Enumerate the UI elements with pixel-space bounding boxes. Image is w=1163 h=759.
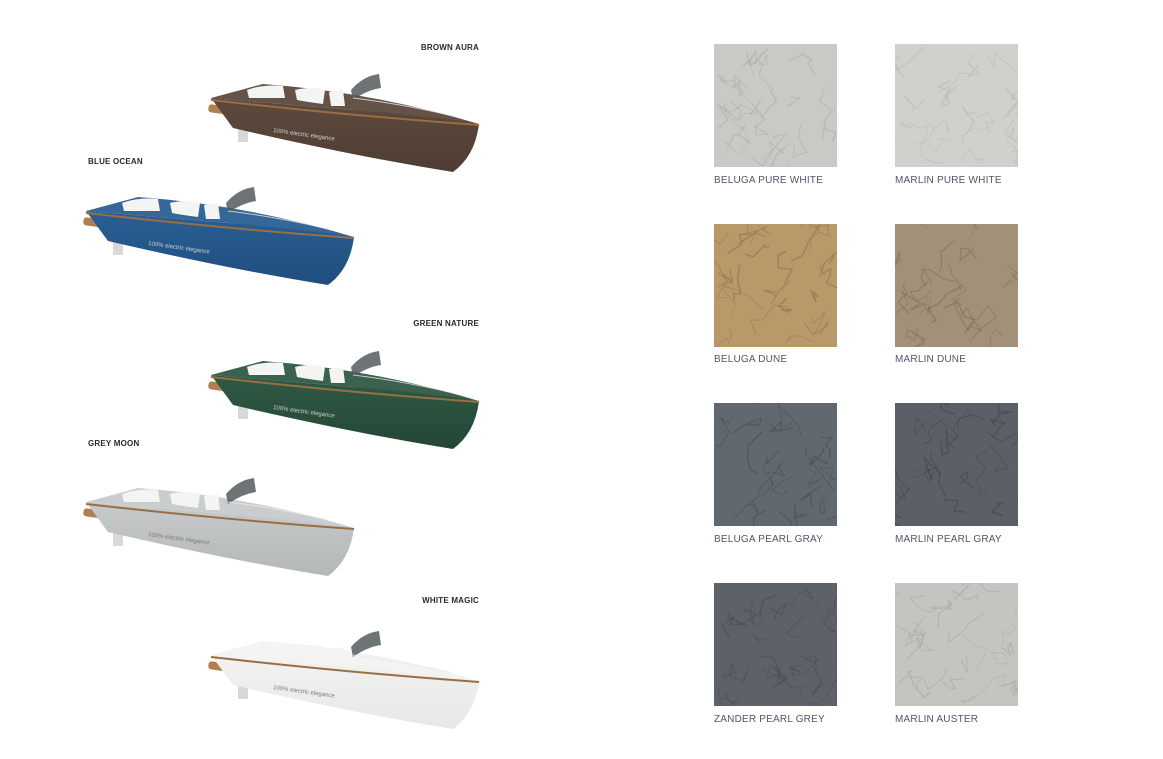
boat-drawing: 100% electric elegance <box>83 478 355 576</box>
swatch-marlin-auster <box>895 583 1018 706</box>
leather-texture <box>895 44 1018 167</box>
leather-texture <box>895 403 1018 526</box>
swatch-marlin-pure-white <box>895 44 1018 167</box>
boat-label-blue-ocean: BLUE OCEAN <box>88 157 143 166</box>
swatch-label-marlin-auster: MARLIN AUSTER <box>895 714 979 725</box>
swatch-label-beluga-pure-white: BELUGA PURE WHITE <box>714 175 823 186</box>
swatch-label-beluga-pearl-gray: BELUGA PEARL GRAY <box>714 534 823 545</box>
swatch-beluga-dune <box>714 224 837 347</box>
swatch-label-marlin-pearl-gray: MARLIN PEARL GRAY <box>895 534 1002 545</box>
leather-texture <box>714 224 837 347</box>
leather-texture <box>714 583 837 706</box>
boat-image-grey-moon: 100% electric elegance <box>78 472 358 582</box>
boat-drawing: 100% electric elegance <box>83 187 355 285</box>
boat-label-grey-moon: GREY MOON <box>88 439 140 448</box>
boat-label-green-nature: GREEN NATURE <box>413 319 479 328</box>
swatch-label-marlin-pure-white: MARLIN PURE WHITE <box>895 175 1002 186</box>
swatch-label-beluga-dune: BELUGA DUNE <box>714 354 788 365</box>
boat-image-white-magic: 100% electric elegance <box>203 625 483 735</box>
boat-label-white-magic: WHITE MAGIC <box>422 596 479 605</box>
boat-image-brown-aura: 100% electric elegance <box>203 68 483 178</box>
swatch-beluga-pure-white <box>714 44 837 167</box>
swatch-zander-pearl-grey <box>714 583 837 706</box>
boat-drawing: 100% electric elegance <box>208 74 480 172</box>
swatch-marlin-pearl-gray <box>895 403 1018 526</box>
swatch-beluga-pearl-gray <box>714 403 837 526</box>
swatch-label-marlin-dune: MARLIN DUNE <box>895 354 967 365</box>
swatch-label-zander-pearl-grey: ZANDER PEARL GREY <box>714 714 825 725</box>
swatch-marlin-dune <box>895 224 1018 347</box>
leather-texture <box>895 583 1018 706</box>
leather-texture <box>714 44 837 167</box>
leather-texture <box>895 224 1018 347</box>
boat-image-green-nature: 100% electric elegance <box>203 345 483 455</box>
boat-drawing: 100% electric elegance <box>208 631 480 729</box>
boat-image-blue-ocean: 100% electric elegance <box>78 181 358 291</box>
leather-texture <box>714 403 837 526</box>
boat-label-brown-aura: BROWN AURA <box>420 43 479 52</box>
boat-drawing: 100% electric elegance <box>208 351 480 449</box>
